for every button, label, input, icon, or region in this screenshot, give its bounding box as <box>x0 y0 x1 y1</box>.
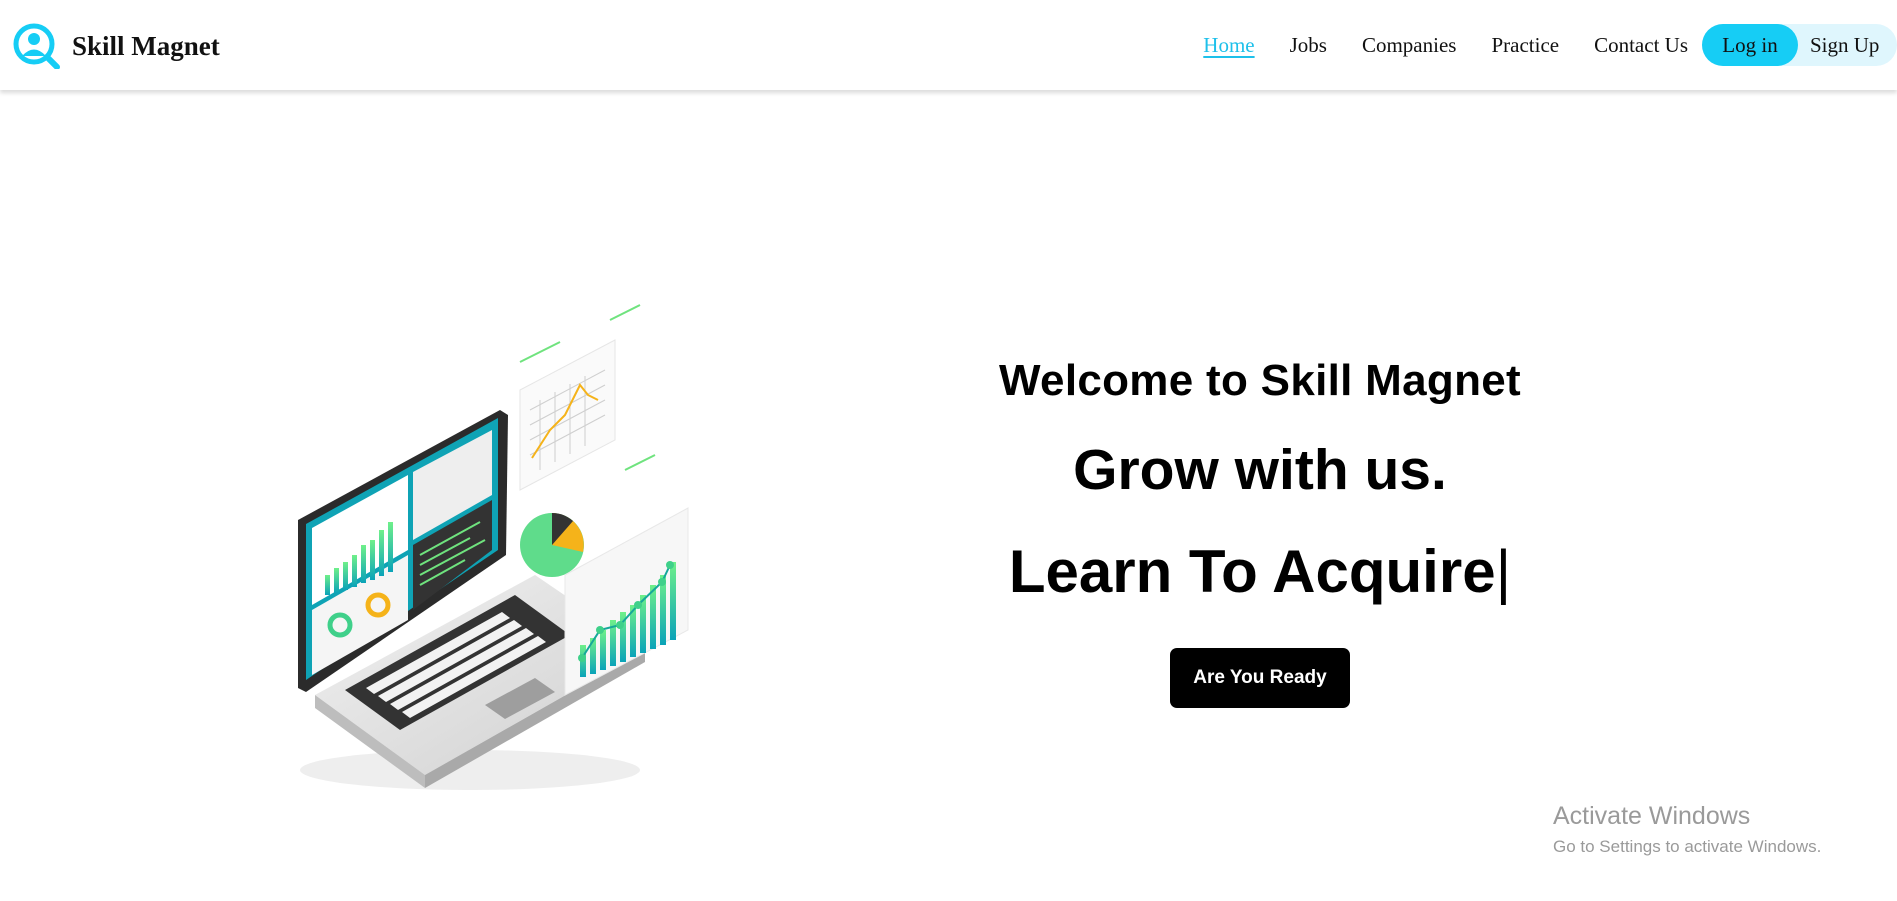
nav-companies-link[interactable]: Companies <box>1362 33 1457 58</box>
navbar: Skill Magnet Home Jobs Companies Practic… <box>0 0 1897 90</box>
welcome-heading: Welcome to Skill Magnet <box>999 356 1521 405</box>
illustration-graphic <box>298 304 689 790</box>
activate-windows-watermark: Activate Windows Go to Settings to activ… <box>1553 800 1821 858</box>
nav-menu: Home Jobs Companies Practice Contact Us … <box>1203 24 1897 66</box>
tagline-heading: Grow with us. <box>1073 438 1447 502</box>
signup-button[interactable]: Sign Up <box>1804 32 1885 59</box>
activate-windows-subtitle: Go to Settings to activate Windows. <box>1553 837 1822 856</box>
nav-jobs-link[interactable]: Jobs <box>1290 33 1327 58</box>
typing-text: Learn To Acquire <box>1008 538 1496 605</box>
laptop-analytics-illustration <box>270 300 730 800</box>
magnet-user-icon <box>13 23 60 69</box>
brand[interactable]: Skill Magnet <box>12 23 220 69</box>
auth-toggle: Log in Sign Up <box>1702 24 1897 66</box>
login-button[interactable]: Log in <box>1702 24 1798 66</box>
nav-contact-link[interactable]: Contact Us <box>1594 33 1688 58</box>
typing-heading: Learn To Acquire| <box>900 534 1620 610</box>
nav-home-link[interactable]: Home <box>1203 33 1254 58</box>
nav-practice-link[interactable]: Practice <box>1491 33 1559 58</box>
are-you-ready-button[interactable]: Are You Ready <box>1170 648 1350 708</box>
hero-section: Welcome to Skill Magnet Grow with us. Le… <box>900 350 1620 708</box>
activate-windows-title: Activate Windows <box>1553 802 1751 830</box>
brand-name: Skill Magnet <box>72 30 220 61</box>
typing-cursor: | <box>1495 538 1512 605</box>
